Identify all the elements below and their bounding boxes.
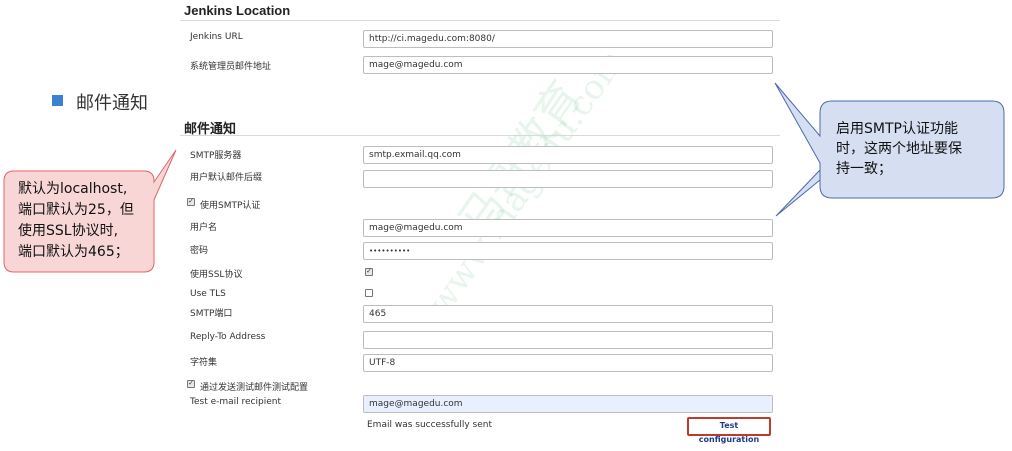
admin-email-label: 系统管理员邮件地址	[190, 62, 272, 72]
reply-to-input[interactable]	[363, 331, 773, 349]
jenkins-url-input[interactable]: http://ci.magedu.com:8080/	[363, 30, 773, 48]
test-mail-checkbox[interactable]: ✓	[187, 380, 195, 388]
reply-to-label: Reply-To Address	[190, 332, 266, 342]
bullet-heading: 邮件通知	[76, 93, 148, 114]
use-smtp-auth-checkbox[interactable]: ✓	[187, 198, 195, 206]
smtp-server-label: SMTP服务器	[190, 151, 242, 161]
smtp-port-input[interactable]: 465	[363, 305, 773, 323]
charset-label: 字符集	[190, 358, 218, 368]
password-input[interactable]: ••••••••••	[363, 242, 773, 260]
left-callout-line-1: 默认为localhost,	[18, 181, 128, 197]
right-callout-line-3: 持一致；	[836, 161, 892, 177]
jenkins-location-title: Jenkins Location	[184, 3, 291, 18]
username-label: 用户名	[190, 223, 218, 233]
use-smtp-auth-label: 使用SMTP认证	[200, 201, 261, 211]
use-tls-checkbox[interactable]	[365, 289, 373, 297]
jenkins-location-divider	[180, 20, 780, 21]
test-recipient-label: Test e-mail recipient	[190, 397, 281, 407]
test-recipient-input[interactable]: mage@magedu.com	[363, 395, 773, 413]
use-ssl-checkbox[interactable]: ✓	[365, 268, 373, 276]
test-mail-label: 通过发送测试邮件测试配置	[200, 383, 309, 393]
default-suffix-input[interactable]	[363, 170, 773, 188]
send-status-text: Email was successfully sent	[367, 420, 492, 430]
email-notification-divider	[180, 135, 780, 136]
smtp-port-label: SMTP端口	[190, 309, 233, 319]
bullet-square-icon	[52, 95, 63, 106]
test-configuration-button[interactable]: Test configuration	[687, 417, 771, 444]
right-callout-pointer-lower	[775, 168, 821, 217]
admin-email-input[interactable]: mage@magedu.com	[363, 56, 773, 74]
jenkins-url-label: Jenkins URL	[190, 32, 243, 42]
left-callout-line-3: 使用SSL协议时,	[18, 223, 119, 239]
username-input[interactable]: mage@magedu.com	[363, 219, 773, 237]
default-suffix-label: 用户默认邮件后缀	[190, 173, 263, 183]
password-label: 密码	[190, 246, 209, 256]
left-callout-line-2: 端口默认为25，但	[18, 202, 134, 218]
charset-input[interactable]: UTF-8	[363, 354, 773, 372]
smtp-server-input[interactable]: smtp.exmail.qq.com	[363, 146, 773, 164]
use-tls-label: Use TLS	[190, 289, 226, 299]
left-callout-line-4: 端口默认为465；	[18, 244, 129, 260]
right-callout-line-2: 时，这两个地址要保	[836, 141, 962, 157]
right-callout-line-1: 启用SMTP认证功能	[836, 121, 958, 137]
use-ssl-label: 使用SSL协议	[190, 270, 243, 280]
